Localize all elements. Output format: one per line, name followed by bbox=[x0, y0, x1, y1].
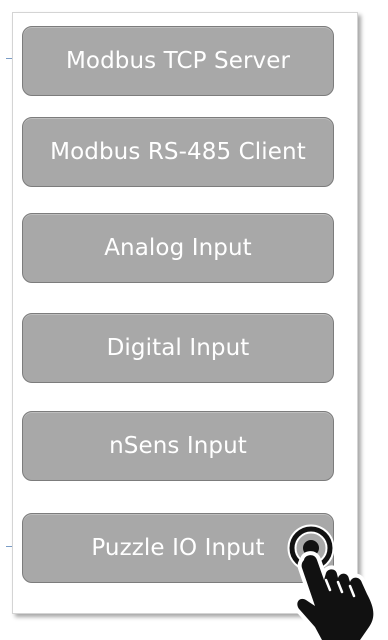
button-label: Digital Input bbox=[106, 335, 250, 361]
modbus-rs485-client-button[interactable]: Modbus RS-485 Client bbox=[22, 117, 334, 187]
menu-screenshot: Modbus TCP Server Modbus RS-485 Client A… bbox=[0, 0, 388, 640]
button-label: nSens Input bbox=[109, 433, 247, 459]
digital-input-button[interactable]: Digital Input bbox=[22, 313, 334, 383]
button-label: Analog Input bbox=[104, 235, 252, 261]
button-label: Modbus RS-485 Client bbox=[50, 139, 306, 165]
button-label: Puzzle IO Input bbox=[91, 535, 265, 561]
nsens-input-button[interactable]: nSens Input bbox=[22, 411, 334, 481]
button-label: Modbus TCP Server bbox=[65, 48, 291, 74]
pointing-hand-click-icon bbox=[287, 524, 378, 640]
analog-input-button[interactable]: Analog Input bbox=[22, 213, 334, 283]
modbus-tcp-server-button[interactable]: Modbus TCP Server bbox=[22, 26, 334, 96]
